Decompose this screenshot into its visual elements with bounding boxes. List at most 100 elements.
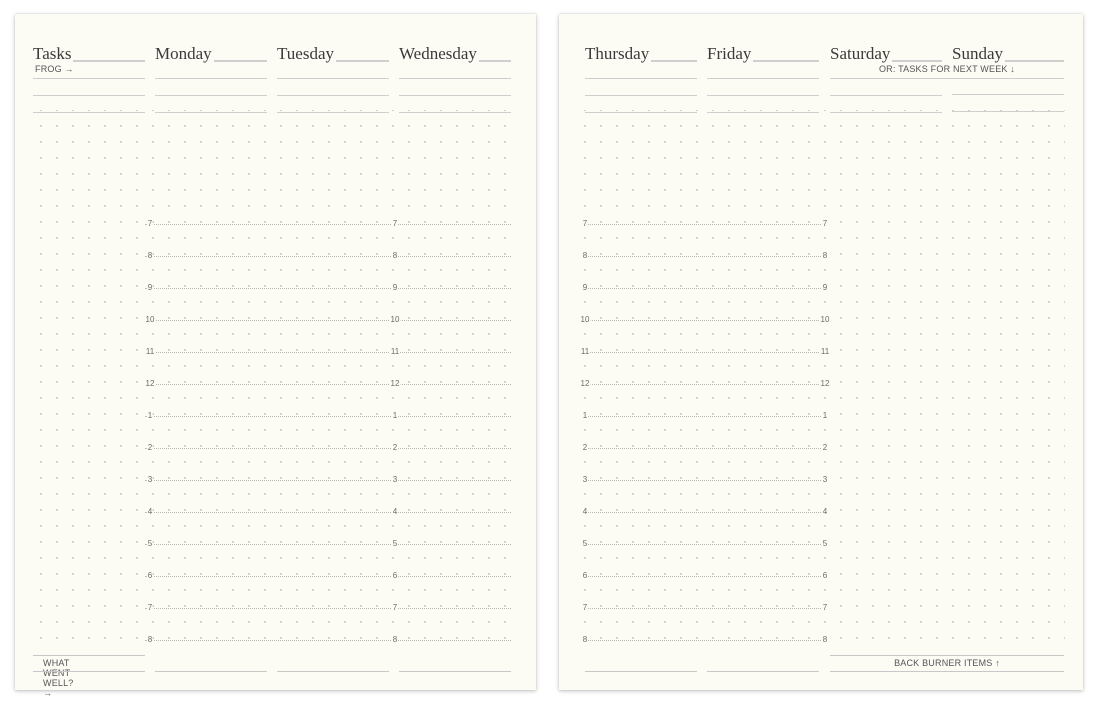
- hour-row[interactable]: 99: [15, 282, 536, 294]
- task-line[interactable]: FROG →: [33, 62, 145, 79]
- hour-row[interactable]: 88: [559, 250, 1083, 262]
- note-line[interactable]: [33, 671, 145, 672]
- hour-label: 3: [146, 474, 154, 486]
- task-line[interactable]: [277, 62, 389, 79]
- hour-dotted-line: [145, 480, 511, 481]
- hour-label: 7: [581, 218, 589, 230]
- hour-row[interactable]: 12 12: [559, 378, 1083, 390]
- task-line[interactable]: [33, 96, 145, 113]
- hour-row[interactable]: 44: [15, 506, 536, 518]
- hour-dotted-line: [145, 576, 511, 577]
- what-went-well-label: WHAT WENT WELL? →: [43, 658, 74, 698]
- task-line[interactable]: [399, 96, 511, 113]
- task-line[interactable]: [585, 62, 697, 79]
- hour-label: 12: [144, 378, 156, 390]
- note-line[interactable]: [155, 671, 267, 672]
- hour-row[interactable]: 88: [15, 250, 536, 262]
- task-line[interactable]: [155, 62, 267, 79]
- hour-row[interactable]: 99: [559, 282, 1083, 294]
- task-line[interactable]: [830, 96, 942, 113]
- hour-label: 11: [144, 346, 156, 358]
- note-line[interactable]: [830, 671, 1064, 672]
- hour-row[interactable]: 77: [15, 602, 536, 614]
- hour-row[interactable]: 44: [559, 506, 1083, 518]
- hour-label: 6: [391, 570, 399, 582]
- column-title: Tasks: [33, 44, 74, 63]
- hour-row[interactable]: 22: [15, 442, 536, 454]
- task-line[interactable]: [399, 62, 511, 79]
- column-title-sunday: Sunday: [952, 44, 1005, 63]
- column-tasks: Tasks FROG →: [33, 36, 145, 113]
- back-burner-label: BACK BURNER ITEMS ↑: [894, 658, 1000, 668]
- hour-label: 9: [391, 282, 399, 294]
- column-title-saturday: Saturday: [830, 44, 893, 63]
- hour-row[interactable]: 66: [559, 570, 1083, 582]
- hour-dotted-line: [145, 448, 511, 449]
- column-title: Monday: [155, 44, 214, 63]
- task-line[interactable]: [277, 96, 389, 113]
- hour-dotted-line: [145, 320, 511, 321]
- hour-dotted-line: [585, 352, 825, 353]
- task-line[interactable]: [707, 79, 819, 96]
- hour-dotted-line: [585, 288, 825, 289]
- hour-label: 7: [821, 602, 829, 614]
- task-line[interactable]: [155, 96, 267, 113]
- hour-row[interactable]: 77: [15, 218, 536, 230]
- hour-label: 11: [819, 346, 831, 358]
- hour-label: 4: [821, 506, 829, 518]
- hour-row[interactable]: 88: [15, 634, 536, 646]
- hour-label: 3: [391, 474, 399, 486]
- task-line[interactable]: [155, 79, 267, 96]
- hour-label: 5: [581, 538, 589, 550]
- hour-row[interactable]: 77: [559, 218, 1083, 230]
- task-line[interactable]: [585, 79, 697, 96]
- column-thursday: Thursday: [585, 36, 697, 113]
- hour-row[interactable]: 33: [559, 474, 1083, 486]
- hour-label: 5: [146, 538, 154, 550]
- task-line[interactable]: [707, 96, 819, 113]
- hour-row[interactable]: 10 10: [559, 314, 1083, 326]
- column-monday: Monday: [155, 36, 267, 113]
- task-line[interactable]: [277, 79, 389, 96]
- hour-row[interactable]: 11: [15, 410, 536, 422]
- hour-label: 7: [146, 218, 154, 230]
- note-line[interactable]: [585, 671, 697, 672]
- task-line[interactable]: [399, 79, 511, 96]
- hour-row[interactable]: 12 12: [15, 378, 536, 390]
- hour-dotted-line: [585, 640, 825, 641]
- hour-dotted-line: [145, 256, 511, 257]
- hour-label: 10: [144, 314, 156, 326]
- task-line[interactable]: [585, 96, 697, 113]
- task-line[interactable]: [952, 78, 1064, 95]
- hour-row[interactable]: 55: [559, 538, 1083, 550]
- hour-row[interactable]: 11 11: [559, 346, 1083, 358]
- hour-label: 7: [391, 602, 399, 614]
- hour-row[interactable]: 77: [559, 602, 1083, 614]
- hour-dotted-line: [585, 224, 825, 225]
- task-line[interactable]: [830, 79, 942, 96]
- hour-row[interactable]: 10 10: [15, 314, 536, 326]
- hour-row[interactable]: 55: [15, 538, 536, 550]
- hour-row[interactable]: 11 11: [15, 346, 536, 358]
- hour-dotted-line: [585, 320, 825, 321]
- hour-row[interactable]: 88: [559, 634, 1083, 646]
- note-line[interactable]: [277, 671, 389, 672]
- hour-label: 7: [146, 602, 154, 614]
- hour-label: 7: [821, 218, 829, 230]
- hour-label: 10: [389, 314, 401, 326]
- task-line[interactable]: [707, 62, 819, 79]
- hour-label: 10: [579, 314, 591, 326]
- note-line[interactable]: [707, 671, 819, 672]
- hour-row[interactable]: 22: [559, 442, 1083, 454]
- hour-row[interactable]: 66: [15, 570, 536, 582]
- note-line[interactable]: [399, 671, 511, 672]
- next-week-note: OR: TASKS FOR NEXT WEEK ↓: [878, 64, 1016, 74]
- task-line[interactable]: [33, 79, 145, 96]
- hour-dotted-line: [585, 608, 825, 609]
- hour-label: 4: [146, 506, 154, 518]
- task-line[interactable]: OR: TASKS FOR NEXT WEEK ↓: [830, 62, 1064, 79]
- task-line[interactable]: [952, 95, 1064, 112]
- hour-row[interactable]: 11: [559, 410, 1083, 422]
- hour-row[interactable]: 33: [15, 474, 536, 486]
- hour-label: 8: [581, 634, 589, 646]
